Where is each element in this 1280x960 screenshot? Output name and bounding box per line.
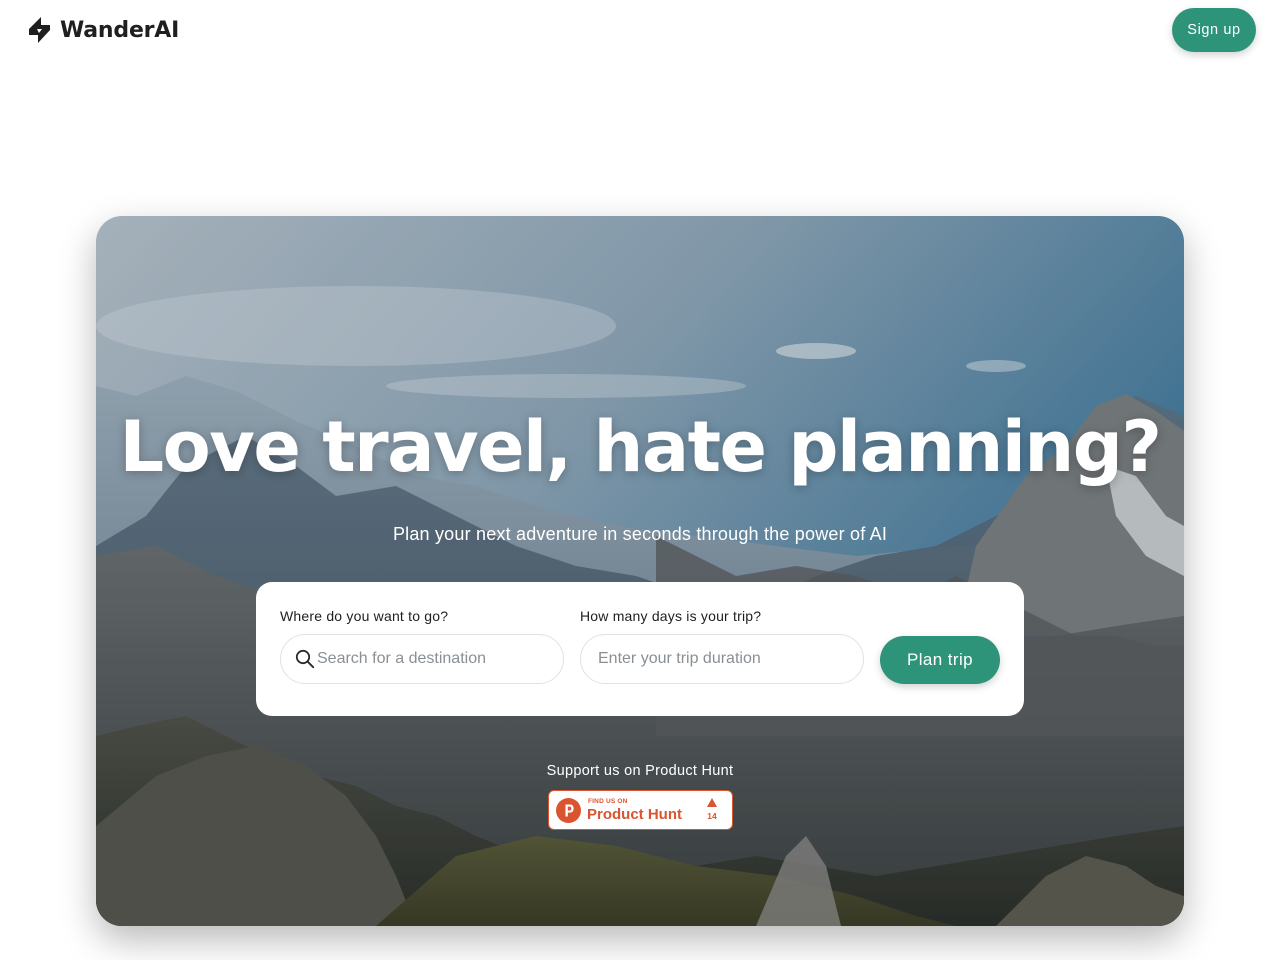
hero-headline: Love travel, hate planning?	[119, 406, 1162, 488]
trip-planner-form: Where do you want to go? How many days i…	[256, 582, 1024, 716]
hero-subheadline: Plan your next adventure in seconds thro…	[392, 524, 888, 544]
duration-field[interactable]	[580, 634, 864, 684]
destination-field[interactable]	[280, 634, 564, 684]
destination-input[interactable]	[317, 635, 553, 683]
plan-trip-button[interactable]: Plan trip	[880, 636, 1000, 684]
support-text: Support us on Product Hunt	[546, 763, 734, 779]
upvote-arrow-icon	[707, 798, 717, 807]
duration-label: How many days is your trip?	[580, 608, 762, 624]
signup-button[interactable]: Sign up	[1172, 8, 1256, 52]
duration-input[interactable]	[598, 635, 853, 683]
brand-logo[interactable]: WanderAI	[24, 13, 179, 47]
product-hunt-icon	[556, 798, 581, 823]
search-icon	[295, 649, 315, 669]
badge-caption: FIND US ON	[588, 798, 628, 805]
brand-name: WanderAI	[60, 17, 180, 43]
destination-label: Where do you want to go?	[280, 608, 449, 624]
top-nav: WanderAI Sign up	[0, 0, 1280, 60]
bolt-icon	[29, 17, 50, 43]
badge-title: Product Hunt	[587, 806, 682, 823]
upvote-count: 14	[707, 811, 717, 821]
hero-section: Love travel, hate planning? Plan your ne…	[96, 216, 1184, 926]
product-hunt-badge[interactable]: FIND US ON Product Hunt 14	[548, 790, 733, 830]
